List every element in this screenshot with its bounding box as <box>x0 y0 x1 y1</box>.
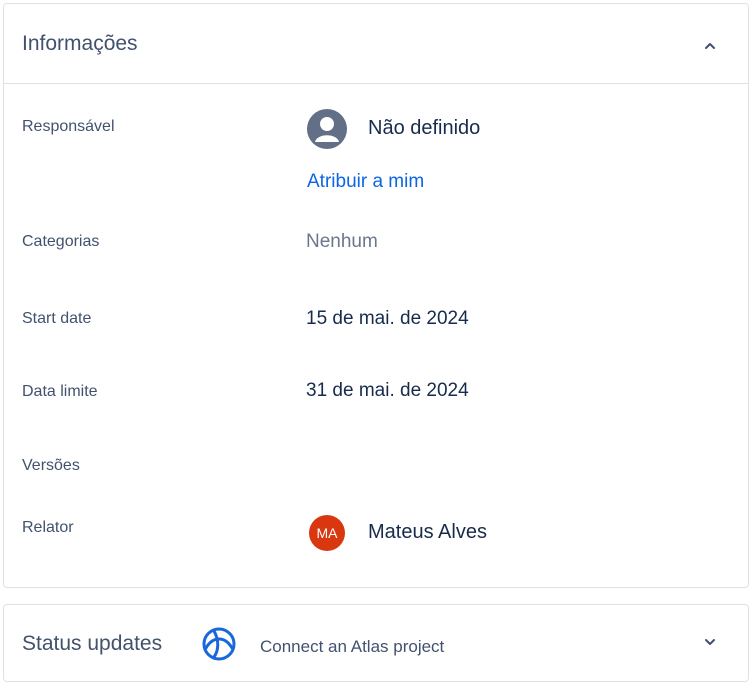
assignee-value[interactable]: Não definido <box>368 117 480 140</box>
assign-to-me-link[interactable]: Atribuir a mim <box>307 171 424 193</box>
connect-atlas-link[interactable]: Connect an Atlas project <box>260 637 444 657</box>
info-panel-title: Informações <box>22 32 138 55</box>
due-date-value[interactable]: 31 de mai. de 2024 <box>306 380 469 402</box>
info-panel: Informações Responsável Não definido Atr… <box>3 3 749 588</box>
start-date-value[interactable]: 15 de mai. de 2024 <box>306 308 469 330</box>
chevron-up-icon[interactable] <box>698 34 722 58</box>
reporter-label: Relator <box>22 519 74 536</box>
reporter-name[interactable]: Mateus Alves <box>368 521 487 544</box>
start-date-label: Start date <box>22 310 92 327</box>
chevron-down-icon[interactable] <box>698 630 722 654</box>
status-panel[interactable]: Status updates Connect an Atlas project <box>3 604 749 682</box>
categories-label: Categorias <box>22 233 100 250</box>
due-date-label: Data limite <box>22 383 98 400</box>
info-panel-header[interactable]: Informações <box>4 4 748 84</box>
versions-label: Versões <box>22 457 80 474</box>
atlas-icon[interactable] <box>201 626 237 662</box>
person-icon[interactable] <box>307 109 347 149</box>
avatar[interactable]: MA <box>309 515 345 551</box>
categories-value[interactable]: Nenhum <box>306 231 378 253</box>
assignee-label: Responsável <box>22 118 115 135</box>
status-panel-title: Status updates <box>22 632 163 655</box>
